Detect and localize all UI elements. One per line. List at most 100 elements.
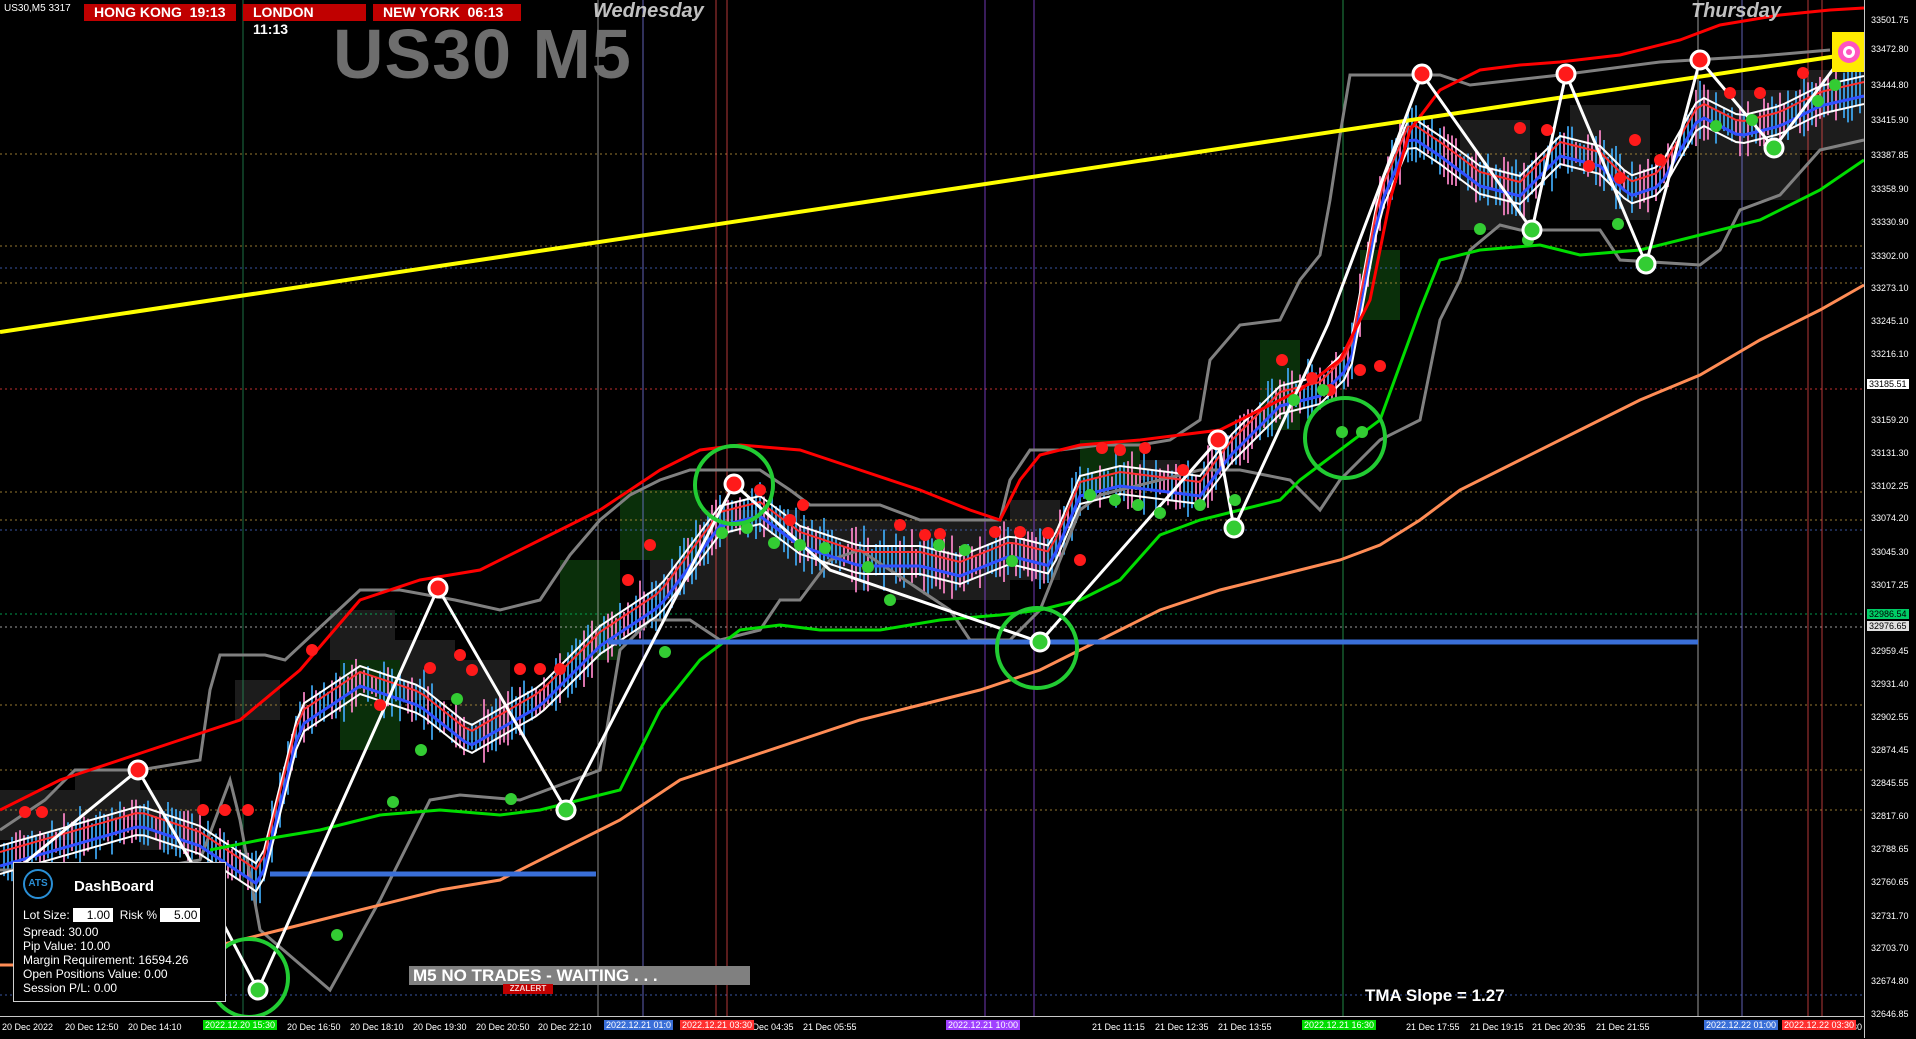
resistance-dot <box>374 699 386 711</box>
pivot-low <box>1029 631 1051 653</box>
time-marker-label: 2022.12.22 03:30 <box>1782 1020 1857 1030</box>
price-tick-label: 33501.75 <box>1871 15 1909 25</box>
clock-city: LONDON <box>253 4 314 20</box>
resistance-dot <box>1614 172 1626 184</box>
pivot-low <box>247 979 269 1001</box>
resistance-dot <box>894 519 906 531</box>
price-tick-label: 32931.40 <box>1871 679 1909 689</box>
support-dot <box>1194 499 1206 511</box>
price-tick-label: 33330.90 <box>1871 217 1909 227</box>
support-dot <box>1356 426 1368 438</box>
time-tick-label: 21 Dec 19:15 <box>1470 1022 1524 1032</box>
support-dot <box>1336 426 1348 438</box>
resistance-dot <box>784 514 796 526</box>
support-dot <box>415 744 427 756</box>
pip-value-text: Pip Value: 10.00 <box>23 939 111 953</box>
resistance-dot <box>1583 160 1595 172</box>
resistance-dot <box>989 526 1001 538</box>
time-axis[interactable]: 20 Dec 2022 20 Dec 12:50 20 Dec 14:10 20 De… <box>0 1016 1864 1039</box>
price-chart[interactable] <box>0 0 1916 1038</box>
price-marker-label: 32976.65 <box>1867 621 1909 631</box>
time-marker-label: 2022.12.21 01:0 <box>604 1020 674 1030</box>
resistance-dot <box>919 529 931 541</box>
pivot-low <box>1763 137 1785 159</box>
price-axis[interactable]: 33501.75 33472.80 33444.80 33415.90 33387.85… <box>1864 0 1916 1038</box>
support-dot <box>1229 494 1241 506</box>
resistance-dot <box>754 484 766 496</box>
resistance-dot <box>219 804 231 816</box>
support-dot <box>884 594 896 606</box>
support-dot <box>1474 223 1486 235</box>
day-label-wednesday: Wednesday <box>593 0 704 22</box>
support-dot <box>451 693 463 705</box>
pivot-high <box>427 577 449 599</box>
target-icon[interactable] <box>1832 32 1864 72</box>
support-dot <box>794 539 806 551</box>
risk-label: Risk % <box>119 908 158 922</box>
support-dot <box>1612 218 1624 230</box>
price-tick-label: 33017.25 <box>1871 580 1909 590</box>
time-marker-label: 2022.12.21 10:00 <box>946 1020 1021 1030</box>
time-tick-label: 21 Dec 11:15 <box>1092 1022 1145 1032</box>
pivot-low <box>555 799 577 821</box>
ats-logo-icon: ATS <box>23 869 53 899</box>
resistance-dot <box>554 663 566 675</box>
resistance-dot <box>1177 464 1189 476</box>
support-dot <box>1109 494 1121 506</box>
support-dot <box>1006 555 1018 567</box>
time-tick-label: 21 Dec 13:55 <box>1218 1022 1272 1032</box>
pivot-high <box>1411 63 1433 85</box>
resistance-dot <box>466 664 478 676</box>
open-positions-text: Open Positions Value: 0.00 <box>23 967 168 981</box>
support-dot <box>716 527 728 539</box>
price-tick-label: 32674.80 <box>1871 976 1909 986</box>
resistance-dot <box>514 663 526 675</box>
price-tick-label: 33273.10 <box>1871 283 1909 293</box>
risk-input[interactable]: 5.00 <box>160 908 201 922</box>
time-tick-label: 20 Dec 14:10 <box>128 1022 182 1032</box>
support-dot <box>387 796 399 808</box>
price-tick-label: 32731.70 <box>1871 911 1909 921</box>
price-tick-label: 33444.80 <box>1871 80 1909 90</box>
lot-risk-row: Lot Size: 1.00 Risk % 5.00 <box>23 908 201 922</box>
resistance-dot <box>454 649 466 661</box>
clock-time: 11:13 <box>253 21 289 37</box>
pivot-low <box>1635 253 1657 275</box>
resistance-dot <box>242 804 254 816</box>
day-label-thursday: Thursday <box>1691 0 1782 22</box>
resistance-dot <box>797 499 809 511</box>
time-tick-label: 20 Dec 16:50 <box>287 1022 341 1032</box>
support-dot <box>505 793 517 805</box>
resistance-dot <box>424 662 436 674</box>
clock-time: 19:13 <box>189 4 226 20</box>
price-tick-label: 32788.65 <box>1871 844 1909 854</box>
resistance-dot <box>1114 444 1126 456</box>
resistance-dot <box>1654 154 1666 166</box>
price-tick-label: 32845.55 <box>1871 778 1909 788</box>
resistance-dot <box>1276 354 1288 366</box>
time-tick-label: 20 Dec 19:30 <box>413 1022 467 1032</box>
time-tick-label: 20 Dec 20:50 <box>476 1022 530 1032</box>
price-tick-label: 33245.10 <box>1871 316 1909 326</box>
resistance-dot <box>622 574 634 586</box>
time-tick-label: 20 Dec 22:10 <box>538 1022 592 1032</box>
pivot-high <box>1689 49 1711 71</box>
time-marker-label: 2022.12.21 16:30 <box>1302 1020 1377 1030</box>
price-tick-label: 33415.90 <box>1871 115 1909 125</box>
time-tick-label: 21 Dec 20:35 <box>1532 1022 1586 1032</box>
pivot-high <box>723 473 745 495</box>
lot-size-input[interactable]: 1.00 <box>73 908 114 922</box>
resistance-dot <box>534 663 546 675</box>
resistance-dot <box>306 644 318 656</box>
pivot-low <box>1521 219 1543 241</box>
price-tick-label: 32646.85 <box>1871 1009 1909 1019</box>
time-tick-label: 21 Dec 21:55 <box>1596 1022 1650 1032</box>
price-tick-label: 33159.20 <box>1871 415 1909 425</box>
pivot-high <box>127 759 149 781</box>
price-tick-label: 32703.70 <box>1871 943 1909 953</box>
support-dot <box>959 544 971 556</box>
support-dot <box>1710 120 1722 132</box>
symbol-label: US30,M5 3317 <box>4 3 71 14</box>
channel-block <box>330 610 395 660</box>
price-tick-label: 33358.90 <box>1871 184 1909 194</box>
